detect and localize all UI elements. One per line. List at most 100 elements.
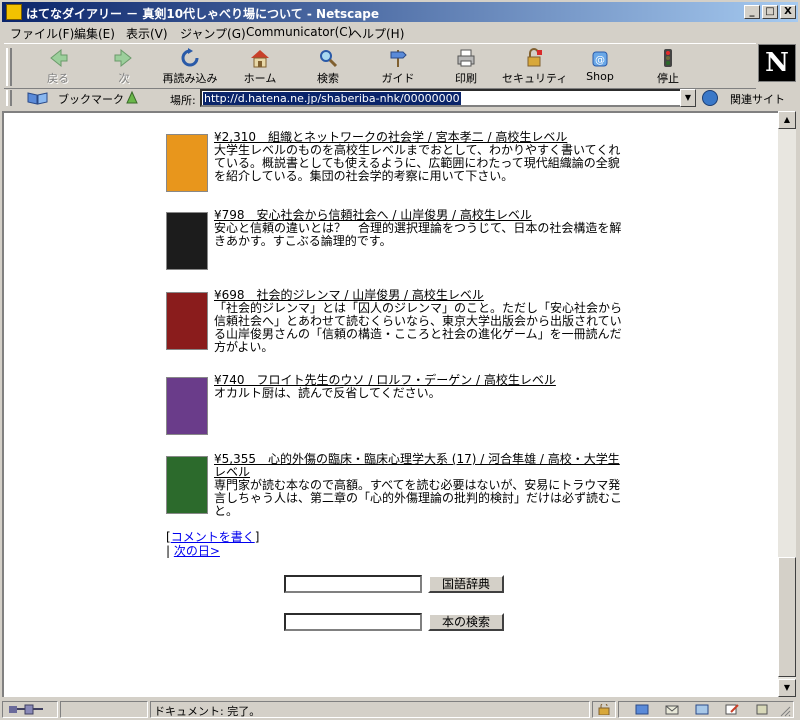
- menu-bar: ファイル(F) 編集(E) 表示(V) ジャンプ(G) Communicator…: [0, 22, 800, 42]
- progress-cell: [60, 701, 148, 718]
- composer-component-icon[interactable]: [725, 704, 739, 715]
- shop-label: Shop: [586, 70, 614, 83]
- mail-component-icon[interactable]: [665, 704, 679, 715]
- reload-icon: [181, 48, 199, 67]
- location-bar: ブックマーク 場所: http://d.hatena.ne.jp/shaberi…: [4, 89, 796, 109]
- book-desc-3: 「社会的ジレンマ」とは「囚人のジレンマ」のこと。ただし「安心社会から信頼社会へ」…: [214, 301, 623, 354]
- security-label: セキュリティ: [502, 72, 568, 85]
- book-desc-5: 専門家が読む本なので高額。すべてを読む必要はないが、安易にトラウマ発言しちゃう人…: [214, 478, 623, 518]
- printer-icon: [457, 49, 475, 67]
- security-button[interactable]: セキュリティ: [502, 46, 568, 88]
- status-text: ドキュメント: 完了。: [154, 705, 261, 718]
- stop-label: 停止: [657, 72, 679, 85]
- book-cover-2[interactable]: [166, 212, 208, 270]
- scroll-down-button[interactable]: ▼: [778, 679, 796, 697]
- menu-help[interactable]: ヘルプ(H): [350, 25, 404, 42]
- reload-button[interactable]: 再読み込み: [158, 46, 222, 88]
- comment-link[interactable]: コメントを書く: [171, 530, 255, 544]
- security-status-icon: [598, 704, 610, 715]
- shop-button[interactable]: @ Shop: [568, 46, 632, 88]
- book-cover-5[interactable]: [166, 456, 208, 514]
- book-entry-3: ¥698 社会的ジレンマ / 山岸俊男 / 高校生レベル 「社会的ジレンマ」とは…: [166, 289, 626, 359]
- dictionary-search-input[interactable]: [284, 575, 422, 593]
- book-entry-1: ¥2,310 組織とネットワークの社会学 / 宮本孝二 / 高校生レベル 大学生…: [166, 131, 626, 195]
- search-label: 検索: [317, 72, 339, 85]
- vertical-scrollbar[interactable]: ▲ ▼: [778, 111, 796, 697]
- title-bar: はてなダイアリー － 真剣10代しゃべり場について - Netscape _ □…: [2, 2, 798, 22]
- browser-window: はてなダイアリー － 真剣10代しゃべり場について - Netscape _ □…: [0, 0, 800, 720]
- back-button[interactable]: 戻る: [26, 46, 90, 88]
- stop-traffic-light-icon: [664, 49, 672, 67]
- next-day-link-line: | 次の日>: [166, 544, 220, 558]
- url-input[interactable]: http://d.hatena.ne.jp/shaberiba-nhk/0000…: [200, 89, 682, 107]
- book-cover-4[interactable]: [166, 377, 208, 435]
- book-entry-4: ¥740 フロイト先生のウソ / ロルフ・デーゲン / 高校生レベル オカルト厨…: [166, 374, 626, 438]
- guide-label: ガイド: [381, 72, 415, 85]
- search-icon: [320, 50, 338, 68]
- netscape-logo[interactable]: N: [758, 44, 796, 82]
- addressbook-component-icon[interactable]: [755, 704, 769, 715]
- menu-communicator[interactable]: Communicator(C): [246, 25, 352, 39]
- url-text: http://d.hatena.ne.jp/shaberiba-nhk/0000…: [203, 92, 461, 105]
- security-status-cell[interactable]: [592, 701, 616, 718]
- minimize-button[interactable]: _: [744, 5, 760, 19]
- close-button[interactable]: X: [780, 5, 796, 19]
- netscape-app-icon[interactable]: [6, 4, 22, 20]
- book-desc-2: 安心と信頼の違いとは？ 合理的選択理論をつうじて、日本の社会構造を解きあかす。す…: [214, 221, 622, 248]
- related-sites-label: 関連サイト: [730, 93, 785, 106]
- book-desc-4: オカルト厨は、読んで反省してください。: [214, 386, 441, 400]
- scroll-thumb[interactable]: [778, 557, 796, 677]
- scroll-up-button[interactable]: ▲: [778, 111, 796, 129]
- navigation-toolbar: 戻る 次 再読み込み ホーム 検索 ガイド 印刷 セキュリティ @ Shop 停…: [4, 43, 756, 89]
- location-grip[interactable]: [6, 90, 12, 106]
- navigator-component-icon[interactable]: [635, 704, 649, 715]
- forward-arrow-icon: [114, 48, 132, 68]
- home-label: ホーム: [243, 72, 277, 85]
- dictionary-search-button[interactable]: 国語辞典: [428, 575, 504, 593]
- bookmarks-label: ブックマーク: [58, 93, 124, 106]
- menu-go[interactable]: ジャンプ(G): [180, 25, 246, 42]
- newsgroups-component-icon[interactable]: [695, 704, 709, 715]
- guide-signpost-icon: [390, 50, 407, 67]
- bookmarks-icon: [27, 92, 48, 105]
- resize-grip-icon[interactable]: [779, 705, 791, 717]
- component-bar: [618, 701, 794, 718]
- maximize-button[interactable]: □: [762, 5, 778, 19]
- book-search-button[interactable]: 本の検索: [428, 613, 504, 631]
- book-entry-5: ¥5,355 心的外傷の臨床・臨床心理学大系 (17) / 河合隼雄 / 高校・…: [166, 453, 626, 523]
- home-icon: [251, 50, 269, 68]
- menu-view[interactable]: 表示(V): [126, 25, 168, 42]
- stop-button[interactable]: 停止: [636, 46, 700, 88]
- back-arrow-icon: [50, 48, 68, 68]
- location-label: 場所:: [170, 94, 196, 107]
- book-entry-2: ¥798 安心社会から信頼社会へ / 山岸俊男 / 高校生レベル 安心と信頼の違…: [166, 209, 626, 273]
- book-search-input[interactable]: [284, 613, 422, 631]
- page-content: ¥2,310 組織とネットワークの社会学 / 宮本孝二 / 高校生レベル 大学生…: [2, 111, 778, 697]
- url-history-dropdown[interactable]: ▼: [680, 89, 696, 107]
- related-sites-icon: [702, 90, 718, 106]
- status-bar: ドキュメント: 完了。: [0, 699, 800, 720]
- shop-icon: @: [592, 51, 608, 67]
- menu-file[interactable]: ファイル(F): [10, 25, 74, 42]
- window-title: はてなダイアリー － 真剣10代しゃべり場について - Netscape: [26, 7, 380, 21]
- comment-link-line: [コメントを書く]: [166, 530, 260, 544]
- book-cover-3[interactable]: [166, 292, 208, 350]
- forward-button[interactable]: 次: [92, 46, 156, 88]
- page-proxy-icon[interactable]: [124, 90, 140, 106]
- print-button[interactable]: 印刷: [434, 46, 498, 88]
- menu-edit[interactable]: 編集(E): [74, 25, 115, 42]
- reload-label: 再読み込み: [162, 72, 218, 85]
- home-button[interactable]: ホーム: [228, 46, 292, 88]
- print-label: 印刷: [455, 72, 477, 85]
- connection-status-cell: [2, 701, 58, 718]
- toolbar-grip[interactable]: [6, 48, 12, 86]
- book-title-link-5[interactable]: ¥5,355 心的外傷の臨床・臨床心理学大系 (17) / 河合隼雄 / 高校・…: [214, 453, 624, 479]
- forward-label: 次: [118, 72, 130, 85]
- book-cover-1[interactable]: [166, 134, 208, 192]
- search-button[interactable]: 検索: [296, 46, 360, 88]
- next-day-link[interactable]: 次の日>: [174, 544, 220, 558]
- guide-button[interactable]: ガイド: [366, 46, 430, 88]
- back-label: 戻る: [47, 72, 69, 85]
- connection-plug-icon: [9, 704, 43, 715]
- book-desc-1: 大学生レベルのものを高校生レベルまでおとして、わかりやすく書いてくれている。概説…: [214, 143, 621, 183]
